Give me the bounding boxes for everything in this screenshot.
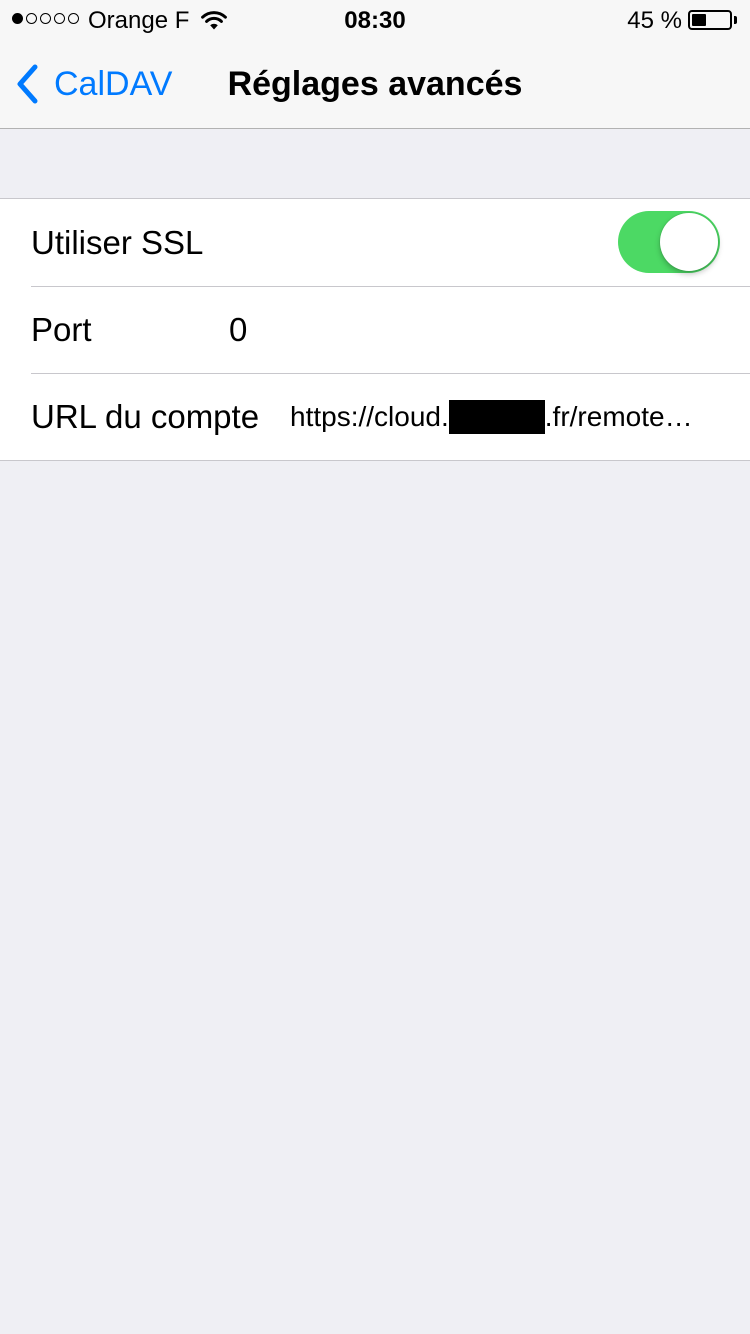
top-bar: Orange F 08:30 45 % CalDAV Réglages avan… (0, 0, 750, 129)
ssl-toggle[interactable] (618, 211, 720, 273)
advanced-settings-list: Utiliser SSL Port 0 URL du compte https:… (0, 198, 750, 461)
toggle-knob (660, 213, 718, 271)
status-bar: Orange F 08:30 45 % (0, 0, 750, 40)
account-url-label: URL du compte (31, 397, 260, 435)
page-title: Réglages avancés (227, 65, 523, 103)
ssl-label: Utiliser SSL (31, 223, 204, 261)
port-row[interactable]: Port 0 (0, 286, 750, 373)
redaction-block (448, 399, 545, 434)
battery-level (692, 14, 706, 26)
account-url-prefix: https://cloud. (290, 400, 449, 432)
port-label: Port (31, 310, 92, 348)
battery-tip (734, 16, 737, 24)
account-url-suffix: .fr/remote… (544, 400, 693, 432)
battery-percent: 45 % (627, 7, 682, 34)
battery-icon (688, 10, 732, 30)
account-url-row[interactable]: URL du compte https://cloud. .fr/remote… (0, 373, 750, 460)
ssl-row: Utiliser SSL (0, 199, 750, 286)
account-url-value[interactable]: https://cloud. .fr/remote… (290, 397, 712, 437)
port-value[interactable]: 0 (229, 310, 247, 350)
navigation-bar: CalDAV Réglages avancés (0, 40, 750, 128)
